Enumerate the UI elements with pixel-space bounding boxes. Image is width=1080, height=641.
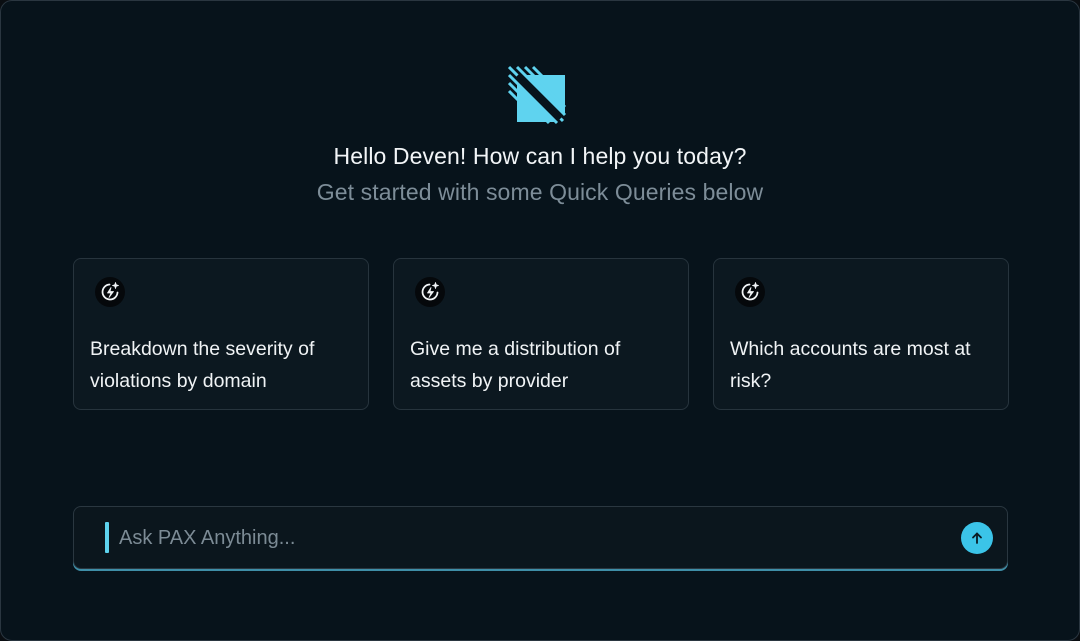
sparkle-bolt-icon xyxy=(735,277,765,307)
quick-query-text: Give me a distribution of assets by prov… xyxy=(410,338,621,392)
quick-queries-subtitle: Get started with some Quick Queries belo… xyxy=(316,179,764,205)
send-button[interactable] xyxy=(961,522,993,554)
quick-query-text: Breakdown the severity of violations by … xyxy=(90,338,315,392)
quick-query-text: Which accounts are most at risk? xyxy=(730,338,971,392)
sparkle-bolt-icon xyxy=(415,277,445,307)
greeting-heading: Hello Deven! How can I help you today? xyxy=(333,143,747,169)
chat-window: Hello Deven! How can I help you today? G… xyxy=(0,0,1080,641)
arrow-up-icon xyxy=(972,532,982,544)
sparkle-bolt-icon xyxy=(95,277,125,307)
app-logo xyxy=(507,65,567,125)
input-caret xyxy=(105,522,109,553)
chat-input-bar xyxy=(73,506,1008,569)
quick-query-card-assets[interactable]: Give me a distribution of assets by prov… xyxy=(393,258,689,410)
chat-input[interactable] xyxy=(117,519,937,557)
quick-query-card-accounts[interactable]: Which accounts are most at risk? xyxy=(713,258,1009,410)
quick-query-card-severity[interactable]: Breakdown the severity of violations by … xyxy=(73,258,369,410)
